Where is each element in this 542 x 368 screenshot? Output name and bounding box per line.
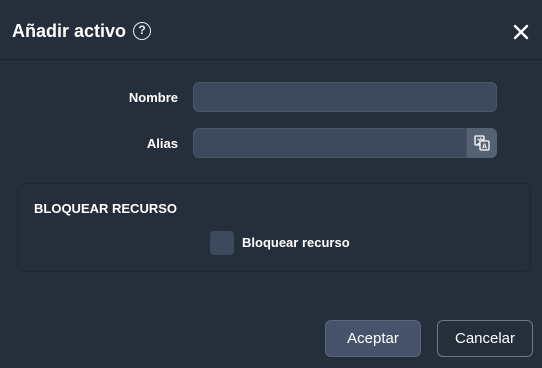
add-asset-dialog: Añadir activo ? Nombre Alias 文 A BLOQUEA… <box>0 0 542 368</box>
alias-label: Alias <box>146 136 178 151</box>
lock-resource-label[interactable]: Bloquear recurso <box>242 235 350 251</box>
close-icon[interactable] <box>511 22 531 42</box>
lock-resource-checkbox[interactable] <box>210 231 234 255</box>
translate-icon: 文 A <box>474 135 490 151</box>
question-circle-icon[interactable]: ? <box>133 22 151 40</box>
alias-translate-button[interactable]: 文 A <box>467 128 497 158</box>
name-label: Nombre <box>128 90 178 105</box>
dialog-header: Añadir activo ? <box>0 0 542 60</box>
svg-text:A: A <box>482 144 487 151</box>
accept-button[interactable]: Aceptar <box>325 320 421 357</box>
cancel-button[interactable]: Cancelar <box>437 320 533 357</box>
lock-resource-section: BLOQUEAR RECURSO Bloquear recurso <box>17 183 531 272</box>
alias-input[interactable] <box>193 128 467 158</box>
section-title: BLOQUEAR RECURSO <box>34 201 178 216</box>
name-input[interactable] <box>193 82 497 112</box>
dialog-title: Añadir activo <box>12 21 127 41</box>
